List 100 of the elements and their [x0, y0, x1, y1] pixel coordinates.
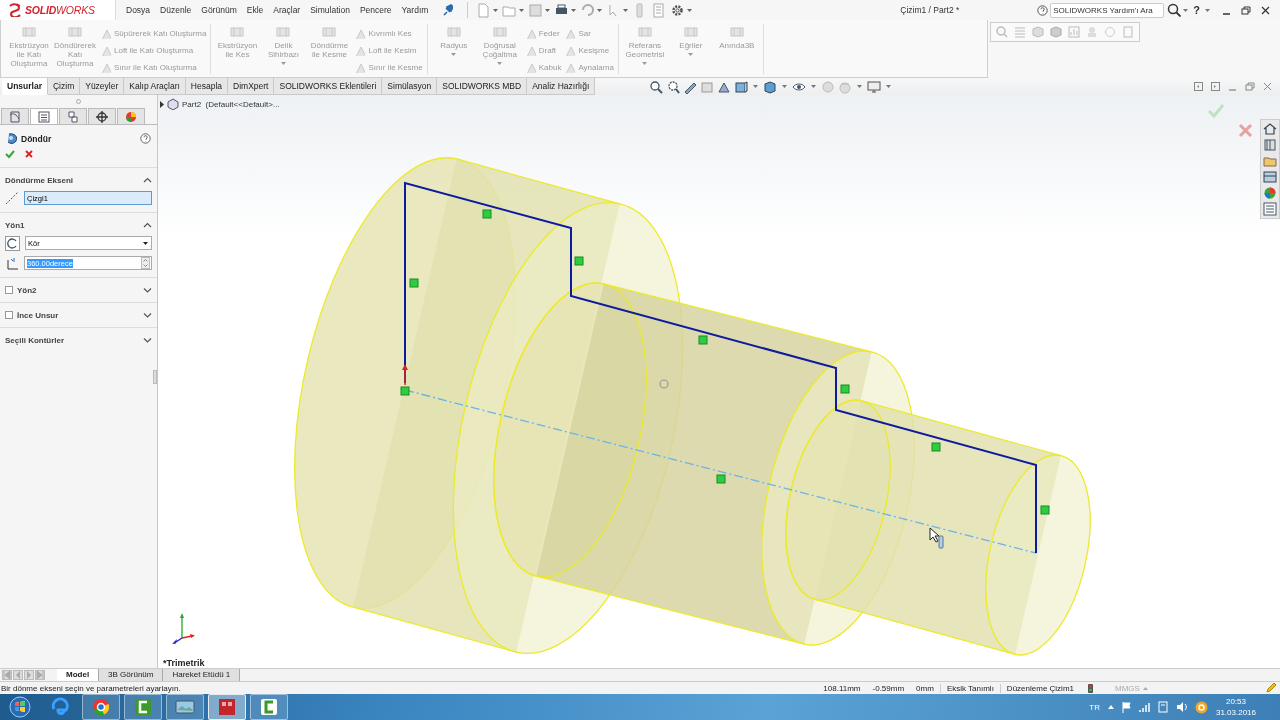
revolved-part-drawing[interactable] — [294, 157, 1091, 656]
menu-item[interactable]: Dosya — [121, 5, 156, 15]
zoom-area-icon[interactable] — [666, 79, 681, 94]
menu-item[interactable]: Pencere — [354, 5, 397, 15]
menu-item[interactable]: Yardım — [396, 5, 434, 15]
section-title[interactable]: İnce Unsur — [17, 310, 59, 320]
collapse-icon[interactable] — [143, 222, 152, 228]
section-title[interactable]: Seçili Kontürler — [5, 335, 65, 345]
help-button[interactable]: ? — [1190, 4, 1203, 16]
taskbar-button[interactable] — [166, 694, 204, 720]
appearance-icon[interactable] — [821, 79, 836, 94]
cube-icon[interactable] — [1031, 25, 1045, 39]
settings-button[interactable] — [670, 2, 693, 18]
model-view-tab[interactable]: 3B Görünüm — [99, 669, 164, 681]
view-orientation-icon[interactable] — [734, 79, 749, 94]
appearance-icon[interactable] — [1263, 186, 1277, 200]
caret-up-icon[interactable] — [1142, 686, 1148, 690]
speaker-icon[interactable] — [1175, 701, 1187, 713]
recorder-icon[interactable] — [133, 697, 153, 717]
tool-icon[interactable] — [353, 44, 366, 56]
restore-icon[interactable] — [1241, 5, 1251, 15]
menu-item[interactable]: Araçlar — [268, 5, 306, 15]
section-title[interactable]: Döndürme Ekseni — [5, 175, 73, 185]
spinner-icon[interactable] — [141, 257, 150, 269]
expand-icon[interactable] — [143, 312, 152, 318]
menu-item[interactable]: Ekle — [241, 5, 269, 15]
tool-icon[interactable] — [353, 27, 366, 39]
cad-app-icon[interactable] — [217, 697, 237, 717]
ribbon-tab[interactable]: Simülasyon — [382, 78, 438, 95]
feature-tree-breadcrumb[interactable]: Part2 (Default<<Default>... — [182, 99, 280, 109]
tool-icon[interactable] — [99, 27, 111, 39]
scroll-arrow-icon[interactable] — [2, 670, 12, 680]
ribbon-tab[interactable]: SOLIDWORKS MBD — [437, 78, 528, 95]
sketch-profile[interactable] — [404, 181, 1050, 554]
scroll-arrow-icon[interactable] — [13, 670, 23, 680]
folder-icon[interactable] — [1263, 154, 1277, 168]
close-icon[interactable] — [1261, 5, 1270, 15]
tile-left-icon[interactable] — [1194, 82, 1203, 91]
ribbon-tab[interactable]: SOLIDWORKS Eklentileri — [274, 78, 383, 95]
tool-icon[interactable] — [99, 61, 111, 73]
sphere-icon[interactable] — [1103, 25, 1117, 39]
model-view-tab[interactable]: Hareket Etüdü 1 — [163, 669, 241, 681]
ribbon-tab[interactable]: Analiz Hazırlığı — [527, 78, 596, 95]
pin-icon[interactable] — [441, 4, 454, 16]
feature-tree-tab[interactable] — [1, 108, 29, 124]
tool-icon[interactable] — [563, 61, 576, 73]
dimxpert-tab[interactable] — [88, 108, 116, 124]
zoom-fit-icon[interactable] — [649, 79, 664, 94]
section-title[interactable]: Yön2 — [17, 285, 37, 295]
scroll-arrow-icon[interactable] — [35, 670, 45, 680]
magnifier-icon[interactable] — [995, 25, 1009, 39]
taskbar-button[interactable] — [124, 694, 162, 720]
expand-icon[interactable] — [143, 287, 152, 293]
configuration-tab[interactable] — [59, 108, 87, 124]
check-icon[interactable] — [5, 150, 15, 159]
taskbar-button[interactable] — [82, 694, 120, 720]
taskbar-button[interactable] — [208, 694, 246, 720]
menu-item[interactable]: Görünüm — [196, 5, 242, 15]
restore-icon[interactable] — [1245, 82, 1255, 91]
collapse-icon[interactable] — [143, 177, 152, 183]
cube-icon[interactable] — [1049, 25, 1063, 39]
new-document-button[interactable] — [476, 2, 499, 18]
tool-icon[interactable] — [353, 61, 366, 73]
menu-item[interactable]: Düzenle — [155, 5, 197, 15]
flag-icon[interactable] — [1121, 701, 1131, 713]
language-indicator[interactable]: TR — [1089, 702, 1100, 712]
scroll-arrow-icon[interactable] — [24, 670, 34, 680]
tool-icon[interactable] — [563, 44, 576, 56]
help-icon[interactable] — [140, 133, 151, 144]
expand-icon[interactable] — [143, 337, 152, 343]
tool-icon[interactable] — [99, 44, 111, 56]
checkbox[interactable] — [5, 286, 13, 294]
view-palette-icon[interactable] — [1263, 170, 1277, 184]
ribbon-tab[interactable]: Kalıp Araçları — [124, 78, 186, 95]
expand-arrow-icon[interactable] — [160, 100, 164, 108]
grip-icon[interactable] — [76, 99, 81, 104]
design-library-icon[interactable] — [1263, 138, 1277, 152]
menu-item[interactable]: Simulation — [305, 5, 355, 15]
undo-icon[interactable] — [580, 2, 596, 18]
ribbon-tab[interactable]: Unsurlar — [2, 78, 48, 95]
image-icon[interactable] — [175, 697, 195, 717]
rotate-direction-icon[interactable] — [5, 235, 20, 251]
collapse-handle[interactable] — [153, 370, 157, 384]
ribbon-tab[interactable]: DimXpert — [228, 78, 275, 95]
document-icon[interactable] — [476, 2, 492, 18]
select-button[interactable] — [606, 2, 629, 18]
property-manager-tab[interactable] — [30, 108, 58, 124]
checkbox[interactable] — [5, 311, 13, 319]
browser-icon[interactable] — [91, 697, 111, 717]
ribbon-tab[interactable]: Yüzeyler — [80, 78, 125, 95]
tool-icon[interactable] — [563, 27, 576, 39]
model-view-tab[interactable]: Model — [57, 669, 100, 681]
section-title[interactable]: Yön1 — [5, 220, 25, 230]
power-icon[interactable] — [1157, 701, 1168, 713]
search-icon[interactable] — [1167, 3, 1182, 17]
show-hidden-icons-icon[interactable] — [1107, 705, 1114, 709]
scene-icon[interactable] — [838, 79, 853, 94]
ribbon-tab[interactable]: Hesapla — [185, 78, 229, 95]
tile-right-icon[interactable] — [1211, 82, 1220, 91]
home-icon[interactable] — [1263, 122, 1277, 136]
